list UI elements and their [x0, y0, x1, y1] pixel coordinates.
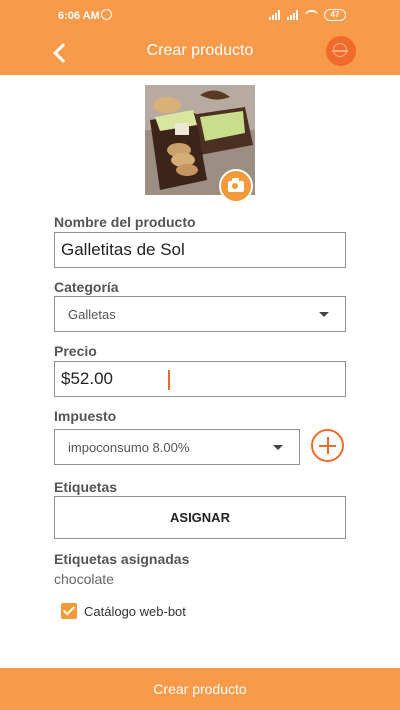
assign-tags-button[interactable]: ASIGNAR — [54, 496, 346, 539]
category-select[interactable]: Galletas — [54, 296, 346, 332]
category-value: Galletas — [68, 307, 116, 322]
status-icons: 47 — [269, 9, 346, 21]
price-field-box — [54, 361, 346, 397]
camera-icon[interactable] — [219, 169, 253, 203]
add-circle-icon[interactable] — [311, 429, 344, 462]
wifi-icon — [305, 10, 318, 20]
tax-select[interactable]: impoconsumo 8.00% — [54, 429, 300, 465]
tax-label: Impuesto — [54, 408, 117, 424]
name-input[interactable] — [55, 233, 345, 267]
catalog-label[interactable]: Catálogo web-bot — [84, 604, 186, 619]
name-field-box — [54, 232, 346, 268]
name-label: Nombre del producto — [54, 214, 196, 230]
price-input[interactable] — [55, 362, 345, 396]
assigned-tags-value: chocolate — [54, 571, 114, 587]
tags-label: Etiquetas — [54, 479, 118, 495]
globe-icon[interactable] — [326, 36, 356, 66]
chevron-down-icon — [319, 312, 329, 317]
app-bar: Crear producto — [0, 30, 400, 75]
catalog-checkbox[interactable] — [61, 603, 77, 619]
battery-icon: 47 — [324, 9, 346, 21]
status-bar: 6:06 AM 47 — [0, 0, 400, 30]
signal-icon-2 — [287, 10, 299, 20]
tax-value: impoconsumo 8.00% — [68, 440, 190, 455]
assigned-tags-label: Etiquetas asignadas — [54, 551, 190, 567]
alarm-icon — [101, 9, 112, 20]
text-cursor — [168, 370, 170, 390]
create-product-button[interactable]: Crear producto — [0, 668, 400, 710]
category-label: Categoría — [54, 279, 119, 295]
chevron-down-icon — [273, 445, 283, 450]
signal-icon — [269, 10, 281, 20]
status-time: 6:06 AM — [58, 10, 100, 22]
price-label: Precio — [54, 343, 97, 359]
camera-glyph — [228, 178, 244, 192]
